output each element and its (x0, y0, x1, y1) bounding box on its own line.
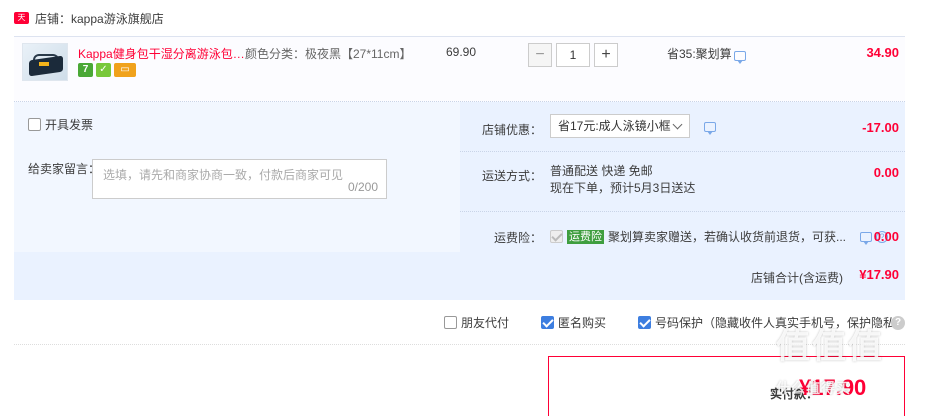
shop-name[interactable]: 店铺：kappa游泳旗舰店 (35, 10, 164, 27)
quantity-decrease-button[interactable]: − (528, 43, 552, 67)
insurance-value: 0.00 (873, 229, 899, 244)
chat-icon[interactable] (860, 231, 873, 245)
promo-label: 省35:聚划算 (667, 47, 732, 61)
watermark-big: 值值值 (776, 328, 884, 366)
friend-pay-label: 朋友代付 (461, 316, 510, 330)
seven-day-return-icon[interactable]: 7 (78, 63, 93, 77)
quantity-stepper: − + (528, 43, 618, 67)
friend-pay-option[interactable]: 朋友代付 (444, 314, 509, 331)
item-subtotal: 34.90 (866, 45, 899, 60)
bag-logo-shape (39, 62, 49, 66)
message-counter: 0/200 (347, 180, 378, 194)
bag-shape (29, 55, 63, 77)
anonymous-option[interactable]: 匿名购买 (541, 314, 606, 331)
product-title-link[interactable]: Kappa健身包干湿分离游泳包男女大容量手提运动包 (78, 45, 246, 62)
insurance-text: 聚划算卖家赠送，若确认收货前退货，可获... (608, 230, 847, 244)
watermark-small: 什么值得买 (776, 380, 851, 396)
invoice-checkbox[interactable] (28, 118, 41, 131)
message-label: 给卖家留言： (28, 162, 101, 176)
insurance-row: 运费险： 运费险 聚划算卖家赠送，若确认收货前退货，可获... ? 0.00 (460, 212, 905, 252)
credit-card-icon[interactable]: ▭ (114, 63, 136, 77)
anonymous-checkbox[interactable] (541, 316, 554, 329)
seller-message-input[interactable]: 选填，请先和商家协商一致，付款后商家可见 0/200 (92, 159, 387, 199)
watermark-logo: 值值值 什么值得买 (776, 328, 916, 396)
shipping-label: 运送方式： (482, 169, 543, 183)
product-attribute: 颜色分类：极夜黑【27*11cm】 (245, 47, 412, 61)
message-placeholder: 选填，请先和商家协商一致，付款后商家可见 (103, 168, 344, 182)
anonymous-label: 匿名购买 (558, 316, 607, 330)
tmall-icon: 天猫 (14, 12, 29, 34)
friend-pay-checkbox[interactable] (444, 316, 457, 329)
shop-header: 天猫 店铺：kappa游泳旗舰店 (14, 8, 164, 34)
number-protect-checkbox[interactable] (638, 316, 651, 329)
guarantee-icon[interactable]: ✓ (96, 63, 111, 77)
shop-total-value: ¥17.90 (859, 267, 899, 282)
shipping-eta: 现在下单，预计5月3日送达 (550, 181, 696, 195)
insurance-label: 运费险： (494, 231, 543, 245)
order-item-row: Kappa健身包干湿分离游泳包男女大容量手提运动包 7 ✓ ▭ 颜色分类：极夜黑… (14, 36, 905, 102)
shipping-row: 运送方式： 普通配送 快递 免邮 现在下单，预计5月3日送达 0.00 (460, 152, 905, 212)
shipping-info: 普通配送 快递 免邮 现在下单，预计5月3日送达 (550, 163, 695, 197)
insurance-checkbox (550, 230, 563, 243)
shipping-method: 普通配送 快递 免邮 (550, 164, 653, 178)
chat-icon[interactable] (704, 122, 716, 135)
shop-discount-selected: 省17元:成人泳镜小框 (558, 119, 671, 133)
shop-discount-row: 店铺优惠： 省17元:成人泳镜小框 -17.00 (460, 102, 905, 152)
order-summary-right: 店铺优惠： 省17元:成人泳镜小框 -17.00 运送方式： 普通配送 快递 免… (460, 102, 905, 252)
quantity-input[interactable] (556, 43, 590, 67)
insurance-tag: 运费险 (567, 229, 604, 244)
quantity-increase-button[interactable]: + (594, 43, 618, 67)
chevron-down-icon (672, 119, 683, 130)
shop-discount-label: 店铺优惠： (482, 123, 543, 137)
shop-total-row: 店铺合计(含运费) ¥17.90 (14, 252, 905, 300)
shop-total-label: 店铺合计(含运费) (751, 271, 843, 285)
invoice-label: 开具发票 (45, 118, 94, 132)
shop-discount-value: -17.00 (862, 120, 899, 135)
invoice-option[interactable]: 开具发票 (28, 116, 93, 133)
product-thumbnail[interactable] (22, 43, 68, 81)
shipping-value: 0.00 (873, 165, 899, 180)
shop-discount-select[interactable]: 省17元:成人泳镜小框 (550, 114, 690, 138)
service-badges: 7 ✓ ▭ (78, 63, 136, 77)
insurance-info: 运费险 聚划算卖家赠送，若确认收货前退货，可获... ? (550, 228, 889, 245)
chat-icon[interactable] (734, 51, 746, 64)
order-detail-panel: 开具发票 给卖家留言： 选填，请先和商家协商一致，付款后商家可见 0/200 店… (14, 102, 905, 300)
divider (14, 344, 905, 345)
unit-price: 69.90 (446, 45, 477, 59)
order-options-left: 开具发票 给卖家留言： 选填，请先和商家协商一致，付款后商家可见 0/200 (14, 102, 458, 252)
